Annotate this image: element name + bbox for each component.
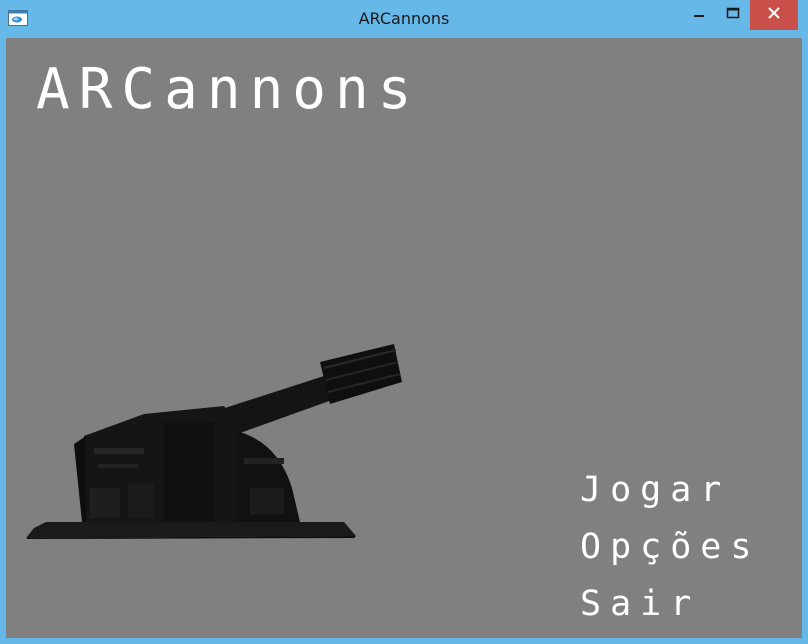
menu-options-button[interactable]: Opções [580, 525, 760, 582]
game-viewport: ARCannons Jogar Opções Sair [6, 38, 802, 638]
game-title: ARCannons [36, 57, 421, 122]
close-icon [767, 6, 781, 25]
cannon-turret-illustration [24, 338, 404, 553]
menu-play-button[interactable]: Jogar [580, 468, 760, 525]
minimize-button[interactable] [682, 0, 716, 30]
maximize-button[interactable] [716, 0, 750, 30]
title-bar[interactable]: ARCannons [0, 0, 808, 38]
menu-exit-button[interactable]: Sair [580, 582, 760, 638]
application-window: ARCannons ARCannons Jogar Opções Sair [0, 0, 808, 644]
maximize-icon [726, 6, 740, 25]
minimize-icon [692, 6, 706, 25]
close-button[interactable] [750, 0, 798, 30]
main-menu: Jogar Opções Sair [580, 468, 760, 638]
